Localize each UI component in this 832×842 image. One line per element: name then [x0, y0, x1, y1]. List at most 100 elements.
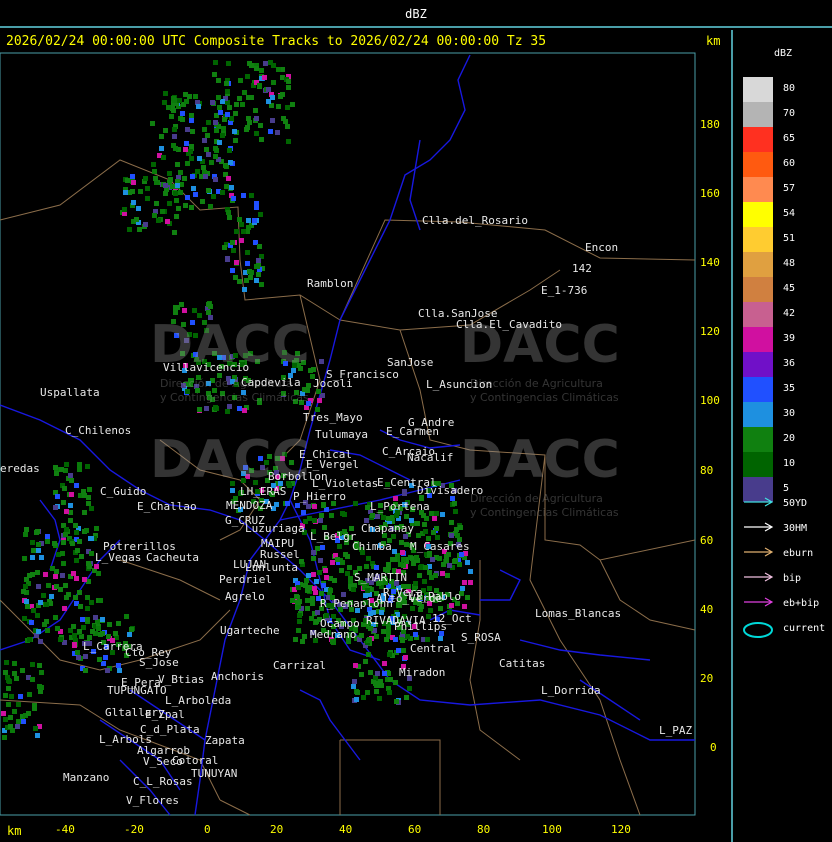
x-tick-label: 20 [270, 823, 284, 836]
legend-swatch [743, 377, 773, 402]
y-tick-label: 180 [700, 118, 720, 131]
legend-swatch [743, 327, 773, 352]
place-label: Central [410, 642, 457, 655]
legend-level-label: 54 [783, 208, 796, 219]
legend-level-label: 57 [783, 183, 796, 194]
legend-title: dBZ [773, 48, 793, 59]
legend-level-label: 65 [783, 133, 796, 144]
place-label: Nacalif [407, 451, 454, 464]
x-tick-label: 120 [611, 823, 631, 836]
place-label: Miradon [399, 666, 446, 679]
legend-level-label: 10 [783, 458, 796, 469]
place-label: L_Carrera [83, 640, 143, 653]
y-tick-label: 20 [700, 672, 714, 685]
place-label: Divisadero [417, 484, 484, 497]
legend-swatch [743, 302, 773, 327]
place-label: C_Guido [100, 485, 147, 498]
watermark-logo: DACC [460, 430, 620, 490]
place-label: Capdevila [241, 376, 301, 389]
x-tick-label: 60 [408, 823, 422, 836]
place-label: Carrizal [273, 659, 326, 672]
legend-swatch [743, 252, 773, 277]
legend-swatch [743, 127, 773, 152]
legend-swatch [743, 102, 773, 127]
place-label: S_MARTIN [354, 571, 407, 584]
place-label: Uspallata [40, 386, 100, 399]
place-label: L_Portena [370, 500, 430, 513]
legend-level-label: 80 [783, 83, 796, 94]
track-legend-label: current [783, 623, 826, 634]
x-axis-unit: km [7, 824, 22, 838]
place-label: Clla.El_Cavadito [456, 318, 562, 331]
y-axis-unit: km [706, 34, 721, 48]
legend-swatch [743, 277, 773, 302]
place-label: Chimba [352, 540, 392, 553]
place-label: L_Violetas [312, 477, 379, 490]
legend-swatch [743, 452, 773, 477]
place-label: Luzuriaga [245, 522, 305, 535]
place-label: Anchoris [211, 670, 264, 683]
watermark-line1: Dirección de Agricultura [470, 492, 603, 505]
place-label: Agrelo [225, 590, 265, 603]
place-label: L_PAZ [659, 724, 693, 737]
composite-tracks-header: 2026/02/24 00:00:00 UTC Composite Tracks… [6, 34, 547, 49]
place-label: C_L_Rosas [133, 775, 193, 788]
legend-level-label: 5 [783, 483, 790, 494]
place-label: Clla.del_Rosario [422, 214, 528, 227]
y-tick-label: 120 [700, 325, 720, 338]
place-label: LH_ERAS [240, 485, 287, 498]
y-tick-label: 100 [700, 394, 720, 407]
place-label: Manzano [63, 771, 110, 784]
place-label: L_Asuncion [426, 378, 493, 391]
place-label: E_1-736 [541, 284, 588, 297]
place-label: Cacheuta [146, 551, 199, 564]
watermark-line2: y Contingencias Climáticas [160, 391, 309, 404]
legend-swatch [743, 352, 773, 377]
legend-level-label: 36 [783, 358, 796, 369]
y-tick-label: 60 [700, 534, 714, 547]
place-label: Lomas_Blancas [535, 607, 622, 620]
place-label: E_Challao [137, 500, 197, 513]
place-label: C_Chilenos [65, 424, 132, 437]
track-legend-label: eburn [783, 548, 814, 559]
place-label: Tulumaya [315, 428, 368, 441]
place-label: SanJose [387, 356, 434, 369]
place-label: E_Zpal [145, 708, 185, 721]
track-arrow-icon [744, 597, 774, 607]
track-legend-label: bip [783, 573, 802, 584]
watermark-line2: y Contingencias Climáticas [470, 506, 619, 519]
place-label: Cotoral [172, 754, 219, 767]
legend-level-label: 35 [783, 383, 796, 394]
place-label: Ramblon [307, 277, 354, 290]
legend-level-label: 20 [783, 433, 796, 444]
place-label: L_Dorrida [541, 684, 601, 697]
place-label: TUPUNGATO [107, 684, 167, 697]
legend-swatch [743, 152, 773, 177]
place-label: 142 [572, 262, 592, 275]
track-arrow-icon [744, 572, 774, 582]
place-label: Villavicencio [163, 361, 250, 374]
x-tick-label: 80 [477, 823, 491, 836]
dbz-legend: dBZ 80 70 65 60 57 54 51 48 45 42 39 36 35 30 20 10 5 50… [731, 30, 832, 842]
place-label: Perdriel [219, 573, 272, 586]
place-label: M_Casares [410, 540, 470, 553]
x-tick-label: 40 [339, 823, 353, 836]
x-tick-label: 0 [204, 823, 211, 836]
y-tick-label: 140 [700, 256, 720, 269]
legend-level-label: 45 [783, 283, 796, 294]
legend-swatch [743, 227, 773, 252]
current-cell-icon [743, 622, 773, 638]
y-tick-label: 0 [710, 741, 717, 754]
place-label: TUNUYAN [191, 767, 238, 780]
legend-level-label: 42 [783, 308, 796, 319]
place-label: E_Carmen [386, 425, 439, 438]
window-title: dBZ [405, 7, 427, 21]
place-label: Medrano [310, 628, 357, 641]
legend-level-label: 60 [783, 158, 796, 169]
place-label: LI_Pablo [408, 590, 461, 603]
legend-swatch [743, 427, 773, 452]
window-title-bar: dBZ [0, 0, 832, 28]
place-label: Jocoli [313, 377, 353, 390]
place-label: L_Arboleda [165, 694, 232, 707]
legend-swatch [743, 177, 773, 202]
